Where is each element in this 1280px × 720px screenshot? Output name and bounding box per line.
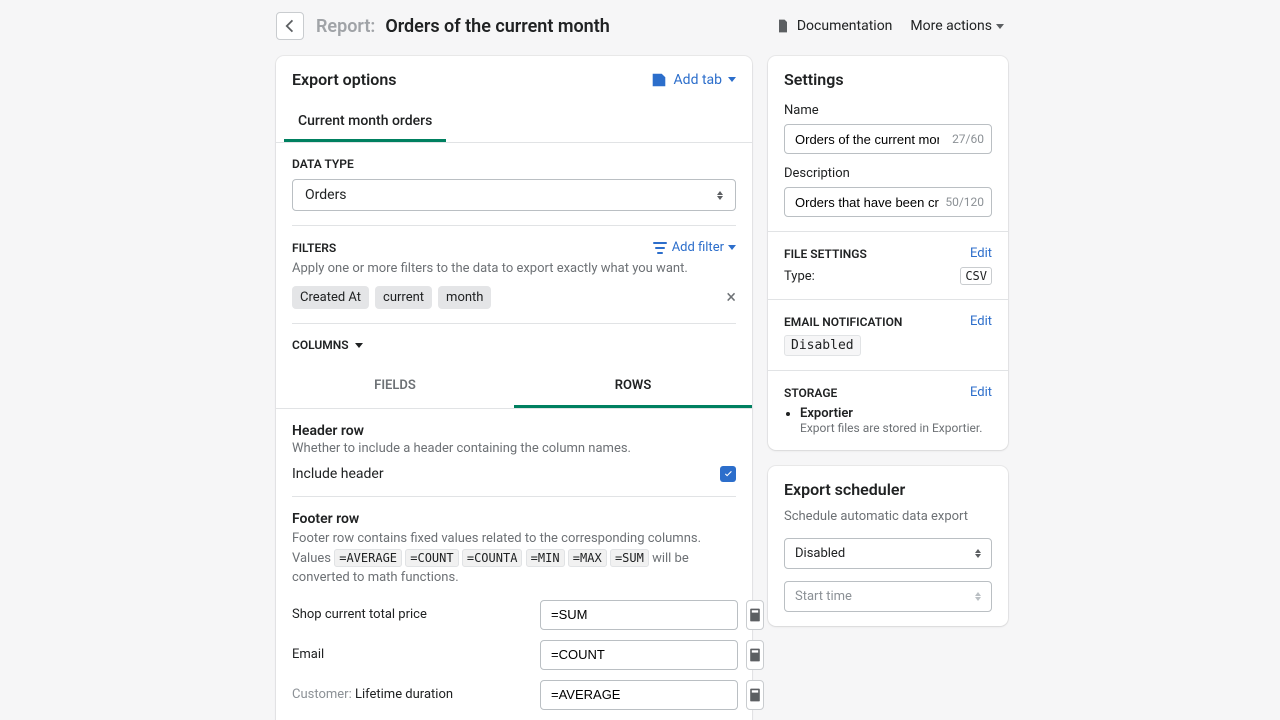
chevron-down-icon: [728, 245, 736, 250]
footer-row-desc: Footer row contains fixed values related…: [292, 529, 736, 588]
settings-title: Settings: [784, 70, 992, 89]
calculator-button[interactable]: [746, 640, 764, 670]
scheduler-title: Export scheduler: [784, 480, 992, 499]
scheduler-desc: Schedule automatic data export: [784, 509, 992, 524]
footer-row-title: Footer row: [292, 511, 736, 527]
data-type-label: DATA TYPE: [292, 157, 736, 171]
edit-email-notification[interactable]: Edit: [970, 314, 992, 329]
footer-row-input[interactable]: [540, 600, 738, 630]
check-icon: [723, 469, 734, 480]
calculator-button[interactable]: [746, 600, 764, 630]
footer-row: Customer: Lifetime duration: [292, 680, 736, 710]
arrow-left-icon: [281, 17, 299, 35]
back-button[interactable]: [276, 12, 304, 40]
add-tab-button[interactable]: Add tab: [650, 71, 736, 89]
footer-row-label: Customer: Lifetime duration: [292, 687, 532, 702]
file-type-value: CSV: [960, 267, 992, 285]
export-options-title: Export options: [292, 70, 396, 89]
filter-chip[interactable]: Created At: [292, 286, 369, 309]
calculator-icon: [747, 687, 763, 703]
filter-chip[interactable]: current: [375, 286, 432, 309]
footer-row: Shop current total price: [292, 600, 736, 630]
footer-row-input[interactable]: [540, 640, 738, 670]
desc-char-count: 50/120: [945, 195, 984, 209]
name-char-count: 27/60: [952, 132, 984, 146]
file-type-label: Type:: [784, 269, 815, 284]
tab-current-month-orders[interactable]: Current month orders: [284, 103, 446, 142]
page-title: Orders of the current month: [385, 16, 610, 37]
scheduler-start-time-select[interactable]: Start time: [784, 581, 992, 612]
footer-row-label: Shop current total price: [292, 607, 532, 622]
footer-row: Email: [292, 640, 736, 670]
document-icon: [775, 18, 791, 34]
include-header-label: Include header: [292, 466, 384, 482]
footer-row-label: Email: [292, 647, 532, 662]
more-actions-button[interactable]: More actions: [910, 18, 1004, 34]
filter-icon: [652, 242, 668, 254]
storage-item: Exportier Export files are stored in Exp…: [800, 406, 992, 436]
add-filter-button[interactable]: Add filter: [652, 240, 736, 255]
calculator-icon: [747, 607, 763, 623]
description-label: Description: [784, 166, 992, 181]
calculator-icon: [747, 647, 763, 663]
add-tab-icon: [650, 71, 668, 89]
name-label: Name: [784, 103, 992, 118]
email-notification-label: EMAIL NOTIFICATION: [784, 315, 902, 329]
columns-toggle[interactable]: COLUMNS: [292, 338, 736, 352]
chevron-down-icon: [355, 343, 363, 348]
edit-file-settings[interactable]: Edit: [970, 246, 992, 261]
filters-help: Apply one or more filters to the data to…: [292, 261, 736, 276]
calculator-button[interactable]: [746, 680, 764, 710]
file-settings-label: FILE SETTINGS: [784, 247, 867, 261]
scheduler-status-select[interactable]: Disabled: [784, 538, 992, 569]
footer-row-input[interactable]: [540, 680, 738, 710]
remove-filter-button[interactable]: ×: [726, 289, 736, 307]
title-prefix: Report:: [316, 16, 375, 37]
documentation-link[interactable]: Documentation: [775, 18, 893, 34]
select-toggle-icon: [975, 592, 981, 601]
select-toggle-icon: [975, 549, 981, 558]
select-toggle-icon: [717, 191, 723, 200]
header-row-title: Header row: [292, 423, 736, 439]
filters-label: FILTERS: [292, 241, 336, 255]
email-notification-value: Disabled: [784, 335, 861, 356]
subtab-fields[interactable]: FIELDS: [276, 366, 514, 408]
chevron-down-icon: [728, 77, 736, 82]
chevron-down-icon: [996, 24, 1004, 29]
storage-label: STORAGE: [784, 386, 837, 400]
subtab-rows[interactable]: ROWS: [514, 366, 752, 408]
include-header-checkbox[interactable]: [720, 466, 736, 482]
edit-storage[interactable]: Edit: [970, 385, 992, 400]
filter-chip[interactable]: month: [438, 286, 491, 309]
data-type-select[interactable]: Orders: [292, 179, 736, 211]
header-row-desc: Whether to include a header containing t…: [292, 441, 736, 456]
